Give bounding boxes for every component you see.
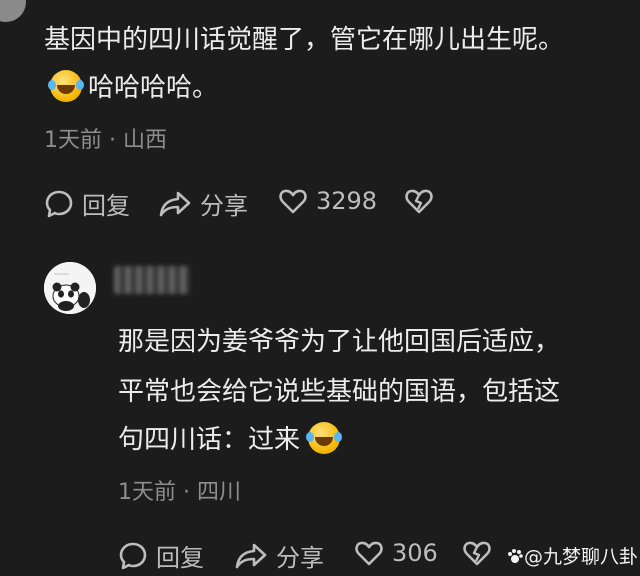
- like-button[interactable]: 3298: [278, 186, 377, 216]
- share-label: 分享: [276, 544, 324, 572]
- dislike-button[interactable]: [404, 186, 442, 216]
- watermark-text: @九梦聊八卦: [524, 546, 639, 568]
- comment-bubble-icon: [119, 542, 147, 569]
- share-arrow-icon: [235, 543, 267, 568]
- comment-text-line2: 哈哈哈哈。: [48, 70, 219, 106]
- reply-username-blurred: [114, 266, 190, 294]
- reply-button[interactable]: 回复: [44, 186, 130, 221]
- reply-meta: 1天前 · 四川: [118, 480, 241, 505]
- reply-text-span: 句四川话：过来: [118, 425, 301, 455]
- reply-text-line3: 句四川话：过来: [118, 422, 346, 458]
- like-count: 306: [392, 539, 438, 567]
- comment-meta: 1天前 · 山西: [44, 128, 167, 153]
- svg-text:~~~~~: ~~~~~: [54, 272, 69, 278]
- reply-label: 回复: [156, 544, 204, 572]
- like-count: 3298: [316, 187, 378, 215]
- reply-reply-button[interactable]: 回复: [118, 538, 204, 573]
- avatar[interactable]: [0, 0, 26, 22]
- paw-logo-icon: [508, 548, 523, 563]
- broken-heart-icon: [463, 541, 491, 566]
- heart-icon: [279, 189, 307, 214]
- reply-label: 回复: [82, 192, 130, 220]
- panda-avatar-icon: ~~~~~: [44, 262, 96, 314]
- reply-like-button[interactable]: 306: [354, 538, 438, 568]
- reply-text-line2: 平常也会给它说些基础的国语，包括这: [118, 377, 561, 407]
- heart-icon: [355, 541, 383, 566]
- laughing-crying-emoji-icon: [48, 70, 82, 102]
- reply-avatar[interactable]: ~~~~~: [44, 262, 96, 314]
- reply-share-button[interactable]: 分享: [234, 538, 324, 573]
- reply-dislike-button[interactable]: [462, 538, 500, 568]
- comment-bubble-icon: [45, 190, 73, 217]
- share-label: 分享: [200, 192, 248, 220]
- comment-text: 基因中的四川话觉醒了，管它在哪儿出生呢。: [44, 25, 565, 55]
- broken-heart-icon: [405, 189, 433, 214]
- share-button[interactable]: 分享: [158, 186, 248, 221]
- watermark: @九梦聊八卦: [506, 542, 638, 569]
- reply-text-line1: 那是因为姜爷爷为了让他回国后适应，: [118, 327, 561, 357]
- share-arrow-icon: [159, 191, 191, 216]
- laughing-crying-emoji-icon: [306, 422, 341, 454]
- comment-text-span: 哈哈哈哈。: [88, 73, 219, 103]
